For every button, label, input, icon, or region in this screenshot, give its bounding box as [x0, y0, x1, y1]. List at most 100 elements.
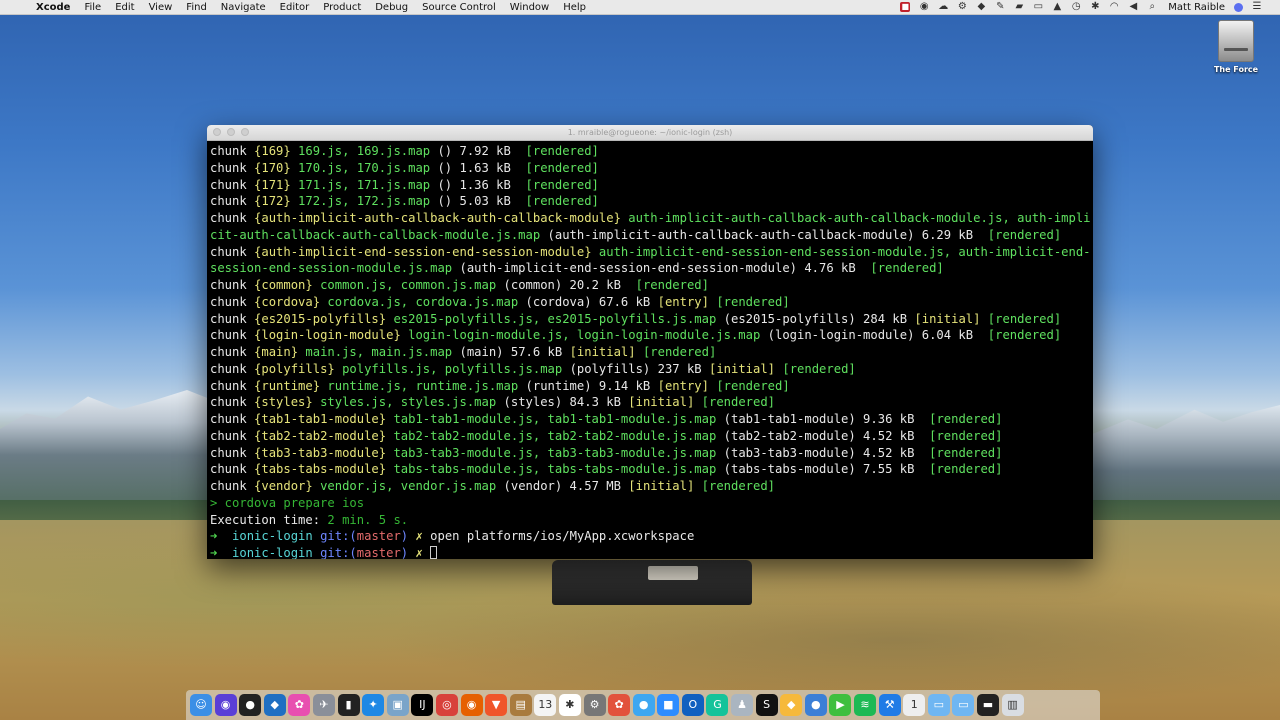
terminal-text: [initial]: [708, 361, 776, 376]
terminal-line: chunk {runtime} runtime.js, runtime.js.m…: [210, 378, 1093, 395]
terminal-title: 1. mraible@rogueone: ~/ionic-login (zsh): [567, 128, 733, 137]
preview-icon[interactable]: ▣: [386, 694, 409, 716]
desktop-disk[interactable]: The Force: [1208, 20, 1264, 74]
keynote-icon[interactable]: ♟: [731, 694, 754, 716]
display-icon[interactable]: ▭: [1033, 2, 1043, 12]
siri-icon[interactable]: ◉: [214, 694, 237, 716]
finder-icon[interactable]: ☺: [190, 694, 212, 716]
terminal-text: 2 min. 5 s.: [327, 512, 409, 527]
terminal-icon[interactable]: ▮: [337, 694, 360, 716]
menu-source-control[interactable]: Source Control: [422, 2, 496, 13]
terminal-titlebar[interactable]: 1. mraible@rogueone: ~/ionic-login (zsh): [207, 125, 1093, 141]
disk-label: The Force: [1213, 65, 1259, 74]
time-machine-icon[interactable]: ◷: [1071, 2, 1081, 12]
wifi-icon[interactable]: ◠: [1109, 2, 1119, 12]
sketch-icon[interactable]: ◆: [780, 694, 803, 716]
user-name[interactable]: Matt Raible: [1168, 2, 1225, 13]
vscode-icon[interactable]: ◆: [263, 694, 286, 716]
terminal-text: 172.js, 172.js.map: [290, 194, 438, 209]
github-icon[interactable]: ●: [239, 694, 262, 716]
dropbox-icon[interactable]: ◆: [976, 2, 986, 12]
volume-icon[interactable]: ◀: [1128, 2, 1138, 12]
terminal-text: ➜: [210, 546, 225, 559]
chrome-icon[interactable]: ◎: [435, 694, 458, 716]
folder-icon[interactable]: ▭: [927, 694, 950, 716]
menu-debug[interactable]: Debug: [375, 2, 408, 13]
menu-navigate[interactable]: Navigate: [221, 2, 266, 13]
1password-icon[interactable]: 1: [903, 694, 926, 716]
notification-center-icon[interactable]: ☰: [1252, 2, 1262, 12]
hard-drive-icon[interactable]: [1218, 20, 1254, 62]
minimize-button[interactable]: [227, 128, 235, 136]
docker-icon[interactable]: ☁: [938, 2, 948, 12]
terminal-text: chunk: [210, 177, 255, 192]
system-preferences-icon[interactable]: ⚙: [583, 694, 606, 716]
terminal-text: [entry]: [657, 294, 709, 309]
terminal-text: tab1-tab1-module.js, tab1-tab1-module.js…: [386, 412, 724, 426]
airplay-icon[interactable]: ▲: [1052, 2, 1062, 12]
firefox-icon[interactable]: ◉: [460, 694, 483, 716]
gear-icon[interactable]: ⚙: [957, 2, 967, 12]
terminal-text: git:(: [320, 529, 357, 544]
photos-icon[interactable]: ✿: [288, 694, 311, 716]
downloads-folder-icon[interactable]: ▭: [952, 694, 975, 716]
launchpad-icon[interactable]: ✈: [312, 694, 335, 716]
terminal-text: [rendered]: [518, 194, 599, 209]
app-menu-xcode[interactable]: Xcode: [36, 2, 70, 13]
menu-help[interactable]: Help: [563, 2, 586, 13]
terminal-text: (auth-implicit-end-session-end-session-m…: [459, 261, 864, 276]
grammarly-icon[interactable]: G: [706, 694, 729, 716]
trash-icon[interactable]: ▥: [1001, 694, 1024, 716]
1password-mini-icon[interactable]: ◉: [919, 2, 929, 12]
tools-icon[interactable]: ✎: [995, 2, 1005, 12]
terminal-text: [rendered]: [921, 412, 1003, 426]
bluetooth-icon[interactable]: ✱: [1090, 2, 1100, 12]
brave-icon[interactable]: ▼: [485, 694, 508, 716]
zoom-icon[interactable]: ■: [657, 694, 680, 716]
terminal-text: {runtime}: [254, 378, 321, 393]
calendar-icon[interactable]: 13: [534, 694, 557, 716]
tweetbot-icon[interactable]: ●: [804, 694, 827, 716]
menu-product[interactable]: Product: [323, 2, 361, 13]
terminal-text: {auth-implicit-auth-callback-auth-callba…: [254, 211, 621, 225]
close-button[interactable]: [213, 128, 221, 136]
menu-file[interactable]: File: [84, 2, 101, 13]
messages-icon[interactable]: ●: [632, 694, 655, 716]
terminal-window[interactable]: 1. mraible@rogueone: ~/ionic-login (zsh)…: [207, 125, 1093, 559]
record-icon[interactable]: ■: [900, 2, 911, 12]
terminal-text: tab3-tab3-module.js, tab3-tab3-module.js…: [386, 445, 724, 460]
terminal-text: > cordova prepare ios: [210, 495, 365, 510]
terminal-line: > cordova prepare ios: [210, 495, 1093, 512]
terminal-line: chunk {171} 171.js, 171.js.map () 1.36 k…: [210, 177, 1093, 194]
safari-icon[interactable]: ✦: [362, 694, 385, 716]
notes-icon[interactable]: ▤: [509, 694, 532, 716]
photo-booth-icon[interactable]: ✿: [608, 694, 631, 716]
xcode-icon[interactable]: ⚒: [878, 694, 901, 716]
zoom-button[interactable]: [241, 128, 249, 136]
terminal-text: ✗: [408, 529, 431, 544]
menu-edit[interactable]: Edit: [115, 2, 134, 13]
menu-window[interactable]: Window: [510, 2, 549, 13]
siri-menu-icon[interactable]: [1234, 2, 1243, 12]
menu-view[interactable]: View: [149, 2, 173, 13]
slack-icon[interactable]: ✱: [558, 694, 581, 716]
terminal-text: cit-auth-callback-auth-callback-module.j…: [210, 227, 548, 242]
spotify-icon[interactable]: ≋: [854, 694, 877, 716]
terminal-text: {tabs-tabs-module}: [254, 462, 387, 477]
terminal-text: [rendered]: [635, 345, 717, 359]
terminal-text: [rendered]: [694, 395, 776, 410]
terminal-text: [initial]: [628, 395, 695, 410]
menu-editor[interactable]: Editor: [280, 2, 310, 13]
bookmark-icon[interactable]: ▰: [1014, 2, 1024, 12]
terminal-text: chunk: [210, 345, 255, 359]
terminal-output[interactable]: chunk {169} 169.js, 169.js.map () 7.92 k…: [207, 141, 1093, 559]
sonos-icon[interactable]: S: [755, 694, 778, 716]
facetime-icon[interactable]: ▶: [829, 694, 852, 716]
terminal-text: runtime.js, runtime.js.map: [320, 378, 526, 393]
menu-find[interactable]: Find: [186, 2, 207, 13]
search-icon[interactable]: ⌕: [1147, 2, 1157, 12]
outlook-icon[interactable]: O: [681, 694, 704, 716]
terminal-text: [initial]: [914, 311, 981, 326]
intellij-icon[interactable]: IJ: [411, 694, 434, 716]
window-icon[interactable]: ▬: [977, 694, 999, 716]
